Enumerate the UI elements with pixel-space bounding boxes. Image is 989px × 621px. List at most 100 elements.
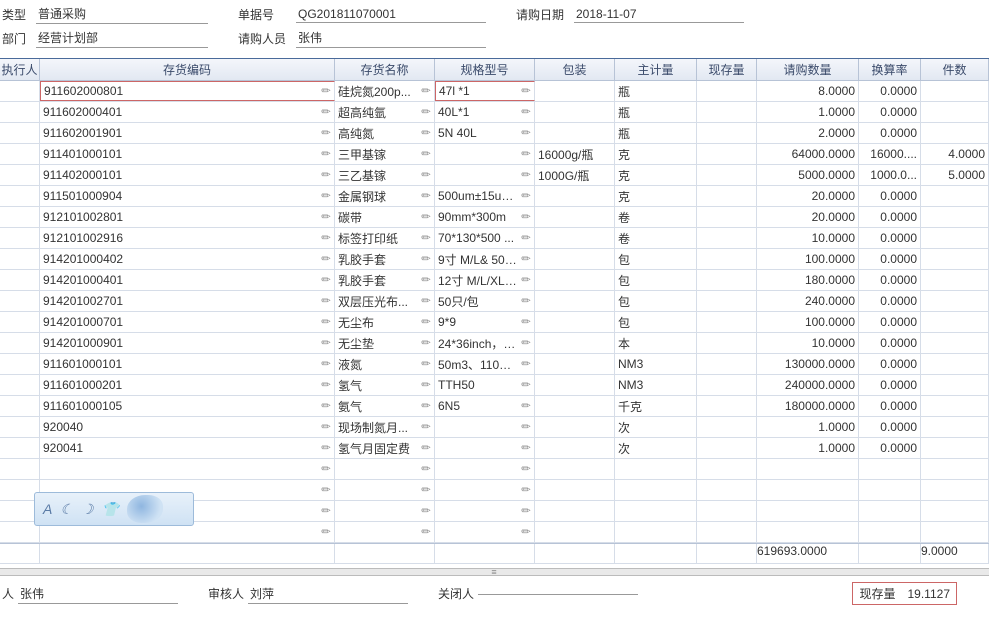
cell[interactable]: 无尘垫✎ [335, 333, 435, 353]
floating-toolbar[interactable]: A ☾ ☽ 👕 [34, 492, 194, 526]
cell[interactable]: 0.0000 [859, 207, 921, 227]
cell[interactable]: 240000.0000 [757, 375, 859, 395]
cell[interactable]: 920040✎ [40, 417, 335, 437]
cell[interactable]: 100.0000 [757, 249, 859, 269]
table-row[interactable]: 911402000101✎三乙基镓✎✎1000G/瓶克5000.00001000… [0, 165, 989, 186]
cell[interactable]: 0.0000 [859, 375, 921, 395]
cell[interactable] [921, 480, 989, 500]
cell[interactable] [697, 333, 757, 353]
cell[interactable]: 现场制氮月...✎ [335, 417, 435, 437]
cell[interactable]: 包 [615, 312, 697, 332]
cell[interactable] [697, 81, 757, 101]
cell[interactable] [0, 249, 40, 269]
lookup-icon[interactable]: ✎ [317, 523, 334, 540]
cell[interactable] [535, 354, 615, 374]
cell[interactable] [921, 417, 989, 437]
cell[interactable]: 912101002801✎ [40, 207, 335, 227]
cell[interactable] [921, 354, 989, 374]
cell[interactable]: 乳胶手套✎ [335, 270, 435, 290]
cell[interactable]: 无尘布✎ [335, 312, 435, 332]
cell[interactable]: 卷 [615, 228, 697, 248]
cell[interactable] [921, 312, 989, 332]
cell[interactable] [921, 249, 989, 269]
cell[interactable] [921, 501, 989, 521]
cell[interactable] [921, 291, 989, 311]
lookup-icon[interactable]: ✎ [417, 523, 434, 540]
col-spec[interactable]: 规格型号 [435, 59, 535, 80]
cell[interactable]: 超高纯氩✎ [335, 102, 435, 122]
cell[interactable]: 914201000901✎ [40, 333, 335, 353]
cell[interactable] [921, 102, 989, 122]
table-row[interactable]: 911501000904✎金属钢球✎500um±15um...✎克20.0000… [0, 186, 989, 207]
table-row[interactable]: 911602000801✎硅烷氮200p...✎47l *1✎瓶8.00000.… [0, 81, 989, 102]
cell[interactable] [615, 501, 697, 521]
cell[interactable] [0, 102, 40, 122]
cell[interactable] [921, 123, 989, 143]
cell[interactable] [921, 81, 989, 101]
cell[interactable]: 4.0000 [921, 144, 989, 164]
lookup-icon[interactable]: ✎ [517, 439, 534, 456]
cell[interactable]: 911602000401✎ [40, 102, 335, 122]
col-exec[interactable]: 执行人 [0, 59, 40, 80]
cell[interactable] [535, 312, 615, 332]
cell[interactable]: 16000.... [859, 144, 921, 164]
cell[interactable]: 911402000101✎ [40, 165, 335, 185]
cell[interactable] [535, 207, 615, 227]
lookup-icon[interactable]: ✎ [317, 460, 334, 477]
cell[interactable]: 9*9✎ [435, 312, 535, 332]
cell[interactable] [859, 480, 921, 500]
cell[interactable]: ✎ [435, 417, 535, 437]
cell[interactable]: 911501000904✎ [40, 186, 335, 206]
table-row[interactable]: 914201000901✎无尘垫✎24*36inch，3...✎本10.0000… [0, 333, 989, 354]
col-code[interactable]: 存货编码 [40, 59, 335, 80]
cell[interactable] [535, 459, 615, 479]
table-row[interactable]: 911601000101✎液氮✎50m3、110m3...✎NM3130000.… [0, 354, 989, 375]
closer-field[interactable] [478, 592, 638, 595]
cell[interactable]: 5N 40L✎ [435, 123, 535, 143]
splitter[interactable]: ≡ [0, 568, 989, 576]
cell[interactable]: 克 [615, 144, 697, 164]
cell[interactable] [697, 291, 757, 311]
cell[interactable]: 10.0000 [757, 228, 859, 248]
cell[interactable]: 0.0000 [859, 123, 921, 143]
dept-field[interactable]: 经营计划部 [36, 28, 208, 48]
col-uom[interactable]: 主计量 [615, 59, 697, 80]
lookup-icon[interactable]: ✎ [417, 502, 434, 519]
cell[interactable]: 液氮✎ [335, 354, 435, 374]
cell[interactable] [697, 249, 757, 269]
cell[interactable]: 0.0000 [859, 312, 921, 332]
cell[interactable]: 1000G/瓶 [535, 165, 615, 185]
cell[interactable]: 70*130*500 ...✎ [435, 228, 535, 248]
cell[interactable] [0, 228, 40, 248]
lookup-icon[interactable]: ✎ [417, 481, 434, 498]
cell[interactable] [0, 459, 40, 479]
cell[interactable]: 0.0000 [859, 417, 921, 437]
cell[interactable] [921, 459, 989, 479]
cell[interactable]: 8.0000 [757, 81, 859, 101]
cell[interactable] [535, 270, 615, 290]
cell[interactable]: 40L*1✎ [435, 102, 535, 122]
cell[interactable]: 12寸 M/L/XL&...✎ [435, 270, 535, 290]
cell[interactable] [0, 270, 40, 290]
cell[interactable] [697, 396, 757, 416]
cell[interactable] [535, 186, 615, 206]
cell[interactable]: ✎ [335, 501, 435, 521]
cell[interactable]: 50只/包✎ [435, 291, 535, 311]
cell[interactable]: 0.0000 [859, 186, 921, 206]
cell[interactable]: 0.0000 [859, 396, 921, 416]
cell[interactable]: 次 [615, 417, 697, 437]
lookup-icon[interactable]: ✎ [517, 460, 534, 477]
cell[interactable] [697, 522, 757, 542]
table-row[interactable]: 914201000402✎乳胶手套✎9寸 M/L& 50pc...✎包100.0… [0, 249, 989, 270]
cell[interactable] [921, 186, 989, 206]
cell[interactable] [697, 480, 757, 500]
cell[interactable] [0, 354, 40, 374]
cell[interactable]: 金属钢球✎ [335, 186, 435, 206]
cell[interactable]: 硅烷氮200p...✎ [335, 81, 435, 101]
table-row[interactable]: 914201002701✎双层压光布...✎50只/包✎包240.00000.0… [0, 291, 989, 312]
cell[interactable]: 911601000105✎ [40, 396, 335, 416]
cell[interactable]: ✎ [435, 165, 535, 185]
cell[interactable]: 高纯氮✎ [335, 123, 435, 143]
cell[interactable]: 卷 [615, 207, 697, 227]
cell[interactable] [921, 396, 989, 416]
